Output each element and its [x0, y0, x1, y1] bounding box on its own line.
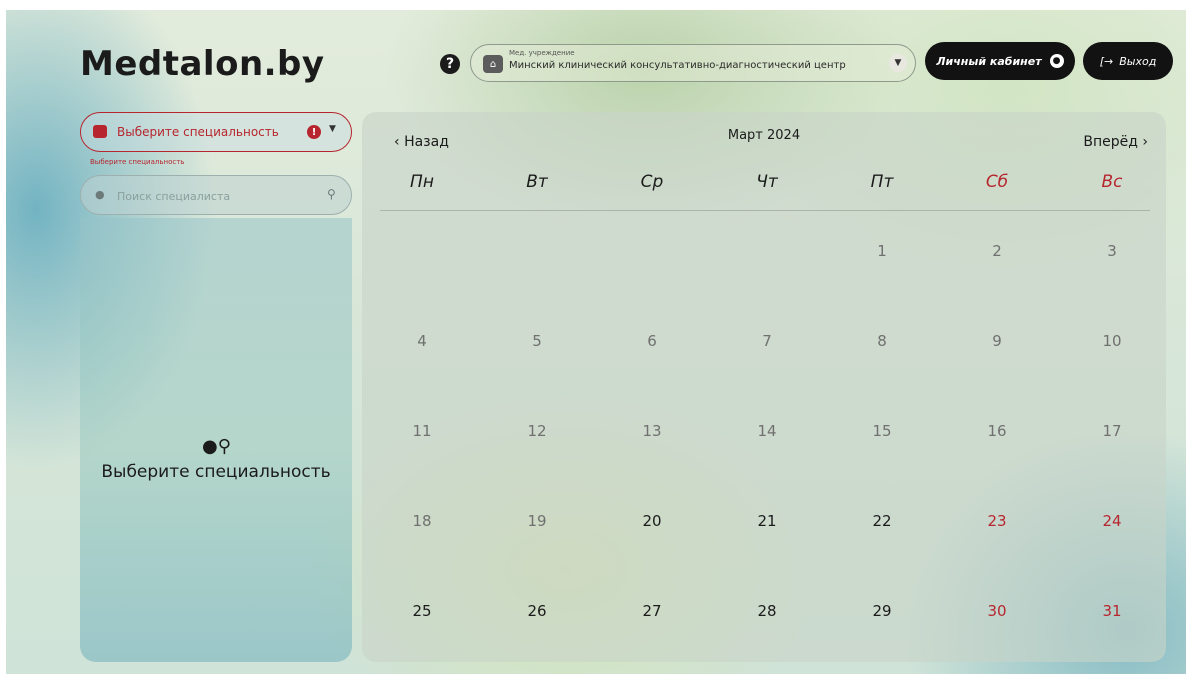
calendar-day[interactable]: 21	[737, 512, 797, 530]
error-icon: !	[307, 125, 321, 139]
hospital-icon: ⌂	[483, 55, 503, 73]
logo[interactable]: Medtalon.by	[80, 44, 325, 84]
app-background: Medtalon.by ? ⌂ Мед. учреждение Минский …	[6, 10, 1186, 674]
calendar-day[interactable]: 27	[622, 602, 682, 620]
specialist-search[interactable]: ● ⚲	[80, 175, 352, 215]
institution-value: Минский клинический консультативно-диагн…	[509, 60, 846, 71]
calendar-day[interactable]: 28	[737, 602, 797, 620]
institution-label: Мед. учреждение	[509, 49, 575, 57]
calendar-day[interactable]: 23	[967, 512, 1027, 530]
medical-bag-icon	[93, 125, 107, 138]
calendar-day: 15	[872, 422, 892, 440]
calendar-day: 14	[757, 422, 777, 440]
calendar-day[interactable]: 22	[852, 512, 912, 530]
calendar-day: 16	[987, 422, 1007, 440]
specialty-error-hint: Выберите специальность	[90, 158, 185, 166]
weekday-sun: Вс	[1101, 172, 1123, 192]
weekday-sat: Сб	[985, 172, 1009, 192]
month-title: Март 2024	[727, 128, 801, 143]
calendar-divider	[380, 210, 1150, 211]
chevron-down-icon[interactable]: ▼	[889, 54, 907, 72]
calendar-day: 12	[527, 422, 547, 440]
weekday-thu: Чт	[756, 172, 778, 192]
calendar: ‹ Назад Март 2024 Вперёд › Пн Вт Ср Чт П…	[362, 112, 1166, 662]
next-month-button[interactable]: Вперёд ›	[1083, 134, 1148, 150]
question-circle-icon[interactable]: ?	[440, 54, 460, 74]
calendar-day: 11	[412, 422, 432, 440]
specialty-placeholder: Выберите специальность	[117, 125, 279, 139]
calendar-day: 1	[877, 242, 887, 260]
person-icon: ●	[95, 188, 105, 201]
calendar-day: 13	[642, 422, 662, 440]
calendar-day[interactable]: 26	[507, 602, 567, 620]
exit-button[interactable]: [→ Выход	[1083, 42, 1173, 80]
exit-label: Выход	[1119, 54, 1157, 68]
calendar-day[interactable]: 30	[967, 602, 1027, 620]
calendar-day: 2	[992, 242, 1002, 260]
calendar-day: 19	[527, 512, 547, 530]
calendar-day: 3	[1107, 242, 1117, 260]
personal-cabinet-button[interactable]: Личный кабинет ●	[925, 42, 1075, 80]
logout-icon: [→	[1099, 54, 1114, 68]
calendar-day[interactable]: 31	[1082, 602, 1142, 620]
chevron-right-icon: ›	[1137, 134, 1148, 150]
next-month-label: Вперёд	[1083, 134, 1138, 150]
weekday-wed: Ср	[640, 172, 664, 192]
search-input[interactable]	[115, 185, 315, 207]
specialist-list-panel: ●⚲ Выберите специальность	[80, 218, 352, 662]
search-icon[interactable]: ⚲	[327, 187, 336, 201]
calendar-day: 5	[532, 332, 542, 350]
calendar-day: 6	[647, 332, 657, 350]
calendar-day[interactable]: 29	[852, 602, 912, 620]
weekday-mon: Пн	[410, 172, 434, 192]
calendar-day: 4	[417, 332, 427, 350]
calendar-day: 10	[1102, 332, 1122, 350]
empty-state-text: Выберите специальность	[101, 462, 331, 482]
person-search-icon: ●⚲	[202, 436, 231, 457]
personal-cabinet-label: Личный кабинет	[936, 54, 1042, 68]
user-circle-icon: ●	[1049, 54, 1064, 68]
calendar-day[interactable]: 20	[622, 512, 682, 530]
calendar-day[interactable]: 24	[1082, 512, 1142, 530]
weekday-fri: Пт	[870, 172, 894, 192]
calendar-day: 18	[412, 512, 432, 530]
calendar-day: 8	[877, 332, 887, 350]
chevron-down-icon[interactable]: ▼	[329, 124, 336, 134]
specialty-select[interactable]: Выберите специальность ! ▼	[80, 112, 352, 152]
calendar-day: 7	[762, 332, 772, 350]
calendar-day: 17	[1102, 422, 1122, 440]
calendar-day[interactable]: 25	[392, 602, 452, 620]
institution-select[interactable]: ⌂ Мед. учреждение Минский клинический ко…	[470, 44, 916, 82]
calendar-day: 9	[992, 332, 1002, 350]
weekday-tue: Вт	[526, 172, 548, 192]
